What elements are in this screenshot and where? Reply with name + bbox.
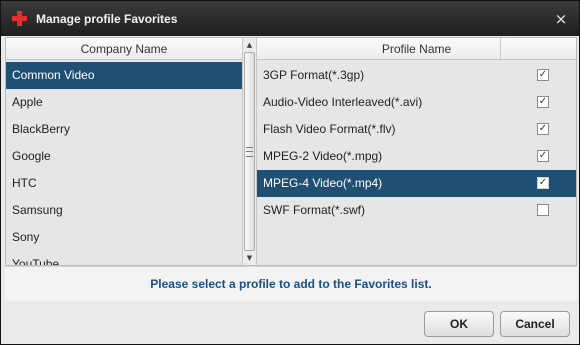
company-list[interactable]: Company Name Common Video Apple BlackBerry… xyxy=(6,38,242,265)
checkmark-icon: ✓ xyxy=(538,123,548,134)
company-item[interactable]: Sony xyxy=(6,224,242,251)
company-list-scrollbar[interactable]: ▲ ▼ xyxy=(242,38,256,265)
company-item-label: YouTube xyxy=(12,257,60,265)
company-item-label: HTC xyxy=(12,176,37,190)
company-item[interactable]: Apple xyxy=(6,89,242,116)
company-item[interactable]: Samsung xyxy=(6,197,242,224)
profile-row-label: Audio-Video Interleaved(*.avi) xyxy=(263,95,423,109)
favorite-checkbox[interactable]: ✓ xyxy=(537,96,549,108)
lists-area: Company Name Common Video Apple BlackBerry… xyxy=(5,37,577,266)
scrollbar-thumb[interactable] xyxy=(244,52,255,251)
checkmark-icon: ✓ xyxy=(538,96,548,107)
thumb-grip-icon xyxy=(246,147,253,157)
scroll-up-arrow-icon[interactable]: ▲ xyxy=(243,39,256,51)
favorite-checkbox[interactable]: ✓ xyxy=(537,123,549,135)
favorite-checkbox[interactable] xyxy=(537,204,549,216)
company-item[interactable]: BlackBerry xyxy=(6,116,242,143)
profile-list[interactable]: Profile Name 3GP Format(*.3gp) ✓ Audio-Vid… xyxy=(256,38,576,265)
close-icon: × xyxy=(554,10,568,28)
company-item[interactable]: Google xyxy=(6,143,242,170)
company-item-label: Google xyxy=(12,149,51,163)
favorite-checkbox[interactable]: ✓ xyxy=(537,150,549,162)
profile-name-header[interactable]: Profile Name xyxy=(257,38,576,60)
profile-row[interactable]: MPEG-2 Video(*.mpg) ✓ xyxy=(257,143,576,170)
company-item-label: Sony xyxy=(12,230,40,244)
profile-row-label: Flash Video Format(*.flv) xyxy=(263,122,396,136)
dialog-title: Manage profile Favorites xyxy=(36,12,178,26)
checkmark-icon: ✓ xyxy=(538,69,548,80)
profile-row[interactable]: SWF Format(*.swf) xyxy=(257,197,576,224)
company-item[interactable]: HTC xyxy=(6,170,242,197)
close-button[interactable]: × xyxy=(551,9,571,29)
company-item[interactable]: YouTube xyxy=(6,251,242,265)
favorite-checkbox[interactable]: ✓ xyxy=(537,177,549,189)
cancel-button[interactable]: Cancel xyxy=(500,311,570,337)
profile-row-label: SWF Format(*.swf) xyxy=(263,203,365,217)
profile-row[interactable]: Audio-Video Interleaved(*.avi) ✓ xyxy=(257,89,576,116)
favorite-checkbox[interactable]: ✓ xyxy=(537,69,549,81)
profile-row[interactable]: 3GP Format(*.3gp) ✓ xyxy=(257,62,576,89)
company-item-label: BlackBerry xyxy=(12,122,71,136)
company-item-label: Apple xyxy=(12,95,43,109)
profile-row-label: 3GP Format(*.3gp) xyxy=(263,68,365,82)
profile-row[interactable]: MPEG-4 Video(*.mp4) ✓ xyxy=(257,170,576,197)
profile-row-label: MPEG-4 Video(*.mp4) xyxy=(263,176,383,190)
company-item-label: Samsung xyxy=(12,203,63,217)
company-item-label: Common Video xyxy=(12,68,95,82)
red-plus-icon xyxy=(12,11,27,26)
company-item[interactable]: Common Video xyxy=(6,62,242,89)
manage-favorites-dialog: Manage profile Favorites × Company Name … xyxy=(0,0,580,345)
profile-row-label: MPEG-2 Video(*.mpg) xyxy=(263,149,383,163)
header-divider xyxy=(500,38,501,60)
hint-bar: Please select a profile to add to the Fa… xyxy=(5,266,577,301)
checkmark-icon: ✓ xyxy=(538,150,548,161)
checkmark-icon: ✓ xyxy=(538,177,548,188)
ok-button[interactable]: OK xyxy=(424,311,494,337)
profile-row[interactable]: Flash Video Format(*.flv) ✓ xyxy=(257,116,576,143)
hint-text: Please select a profile to add to the Fa… xyxy=(150,277,432,291)
scroll-down-arrow-icon[interactable]: ▼ xyxy=(243,252,256,264)
title-bar[interactable]: Manage profile Favorites × xyxy=(1,1,579,36)
company-name-header[interactable]: Company Name xyxy=(6,38,242,60)
